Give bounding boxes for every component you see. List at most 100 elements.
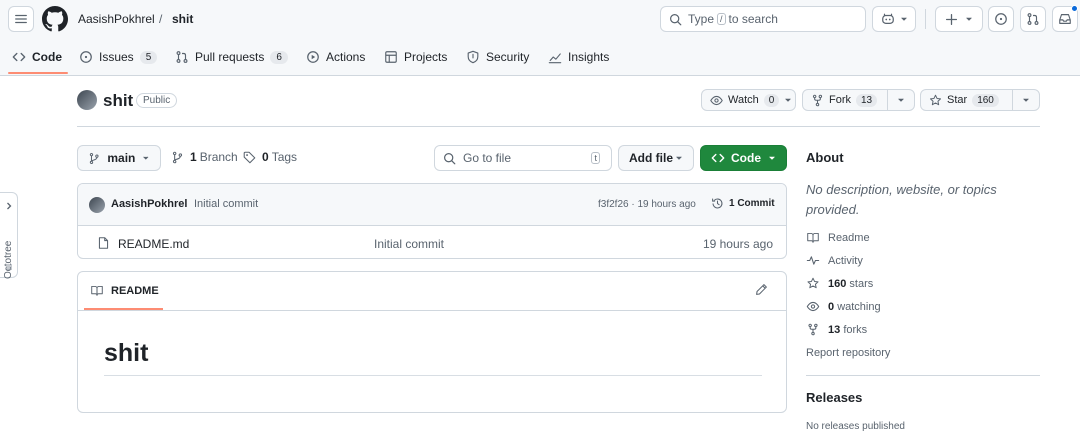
graph-icon bbox=[548, 53, 562, 64]
file-commit-message[interactable]: Initial commit bbox=[374, 237, 444, 251]
report-repository-link[interactable]: Report repository bbox=[806, 347, 890, 359]
commits-label: 1 Commit bbox=[729, 198, 775, 209]
fork-icon bbox=[808, 323, 818, 336]
activity-link-label: Activity bbox=[828, 254, 863, 267]
edit-readme-button[interactable] bbox=[755, 283, 768, 296]
star-button[interactable]: Star 160 bbox=[920, 89, 1040, 111]
stars-label: stars bbox=[849, 277, 874, 290]
commit-meta[interactable]: f3f2f26 · 19 hours ago bbox=[598, 199, 696, 210]
copilot-icon bbox=[881, 13, 894, 24]
search-input[interactable]: Type / to search bbox=[660, 6, 866, 32]
tab-projects[interactable]: Projects bbox=[384, 44, 447, 70]
watching-label: watching bbox=[837, 300, 881, 313]
owner-avatar[interactable] bbox=[77, 90, 97, 110]
search-shortcut: / bbox=[717, 13, 726, 25]
fork-icon bbox=[812, 94, 823, 106]
stars-count: 160 bbox=[828, 277, 847, 290]
book-icon bbox=[91, 285, 103, 296]
issues-nav-button[interactable] bbox=[988, 6, 1014, 32]
star-dropdown[interactable] bbox=[1013, 90, 1039, 110]
watch-label: Watch bbox=[728, 94, 759, 106]
tab-insights[interactable]: Insights bbox=[548, 44, 609, 70]
github-logo-icon[interactable] bbox=[42, 6, 68, 32]
watching-link[interactable]: 0 watching bbox=[806, 300, 881, 313]
menu-button[interactable] bbox=[8, 6, 34, 32]
branches-label: Branch bbox=[199, 150, 238, 164]
eye-icon bbox=[710, 95, 723, 105]
chevron-down-icon bbox=[898, 98, 904, 102]
file-name[interactable]: README.md bbox=[118, 237, 189, 251]
code-icon bbox=[711, 153, 725, 163]
issue-icon bbox=[995, 13, 1007, 25]
chevron-down-icon bbox=[769, 156, 775, 160]
watch-button[interactable]: Watch 0 bbox=[701, 89, 796, 111]
stars-link[interactable]: 160 stars bbox=[806, 277, 873, 290]
tab-code-label: Code bbox=[32, 50, 62, 64]
octotree-sidebar-toggle[interactable]: Octotree bbox=[0, 192, 18, 279]
go-to-file-input[interactable]: Go to file t bbox=[434, 145, 612, 171]
releases-title[interactable]: Releases bbox=[806, 390, 862, 405]
fork-dropdown[interactable] bbox=[888, 90, 914, 110]
pull-requests-nav-button[interactable] bbox=[1020, 6, 1046, 32]
tag-icon bbox=[243, 151, 256, 163]
pencil-icon bbox=[756, 284, 767, 295]
breadcrumb-owner[interactable]: AasishPokhrel bbox=[78, 11, 155, 27]
branch-icon bbox=[172, 151, 183, 163]
breadcrumb-repo[interactable]: shit bbox=[172, 11, 193, 27]
tab-security[interactable]: Security bbox=[466, 44, 529, 70]
watching-count: 0 bbox=[828, 300, 835, 313]
create-new-button[interactable] bbox=[935, 6, 983, 32]
tab-code[interactable]: Code bbox=[12, 44, 62, 70]
branch-name: main bbox=[107, 151, 136, 165]
pull-request-icon bbox=[176, 51, 188, 63]
notification-dot bbox=[1071, 5, 1078, 12]
tab-issues-label: Issues bbox=[99, 50, 134, 64]
activity-link[interactable]: Activity bbox=[806, 254, 863, 267]
branches-link[interactable]: 1 Branch bbox=[171, 150, 238, 164]
tab-pull-requests-count: 6 bbox=[270, 50, 288, 64]
shield-icon bbox=[467, 50, 479, 64]
readme-tab[interactable]: README bbox=[90, 284, 159, 297]
tab-actions[interactable]: Actions bbox=[306, 44, 365, 70]
visibility-badge: Public bbox=[136, 93, 178, 108]
tab-pull-requests[interactable]: Pull requests 6 bbox=[175, 44, 288, 70]
code-button[interactable]: Code bbox=[700, 145, 787, 171]
table-icon bbox=[385, 51, 397, 63]
releases-empty-text: No releases published bbox=[806, 421, 905, 432]
readme-header-divider bbox=[78, 310, 786, 311]
about-description: No description, website, or topics provi… bbox=[806, 182, 997, 217]
chevron-down-icon bbox=[900, 17, 907, 21]
readme-tab-label: README bbox=[111, 284, 159, 297]
chevron-down-icon bbox=[785, 98, 792, 102]
readme-link[interactable]: Readme bbox=[806, 231, 870, 244]
file-row[interactable]: README.md Initial commit 19 hours ago bbox=[78, 226, 786, 258]
chevron-down-icon bbox=[676, 156, 682, 160]
go-to-file-placeholder: Go to file bbox=[463, 151, 512, 165]
tags-label: Tags bbox=[271, 150, 298, 164]
fork-label: Fork bbox=[829, 94, 851, 106]
readme-panel: README shit bbox=[77, 271, 787, 413]
search-suffix: to search bbox=[728, 12, 778, 26]
branch-selector[interactable]: main bbox=[77, 145, 161, 171]
repo-name[interactable]: shit bbox=[103, 91, 133, 111]
readme-link-label: Readme bbox=[828, 231, 870, 244]
add-file-button[interactable]: Add file bbox=[618, 145, 694, 171]
pulse-icon bbox=[806, 256, 820, 265]
star-icon bbox=[929, 94, 942, 105]
commit-author-avatar[interactable] bbox=[89, 197, 105, 213]
commit-author[interactable]: AasishPokhrel bbox=[111, 198, 187, 210]
tags-link[interactable]: 0 Tags bbox=[243, 150, 297, 164]
file-browser: AasishPokhrel Initial commit f3f2f26 · 1… bbox=[77, 183, 787, 259]
watch-count: 0 bbox=[763, 93, 780, 107]
commit-message[interactable]: Initial commit bbox=[194, 198, 258, 210]
commits-link[interactable]: 1 Commit bbox=[711, 197, 775, 210]
tab-security-label: Security bbox=[486, 50, 530, 64]
sidebar-divider bbox=[806, 375, 1040, 376]
breadcrumb-separator: / bbox=[159, 12, 163, 26]
fork-button[interactable]: Fork 13 bbox=[802, 89, 915, 111]
search-icon bbox=[444, 152, 456, 164]
copilot-button[interactable] bbox=[872, 6, 916, 32]
star-count: 160 bbox=[972, 93, 999, 107]
forks-link[interactable]: 13 forks bbox=[806, 323, 867, 336]
tab-issues[interactable]: Issues 5 bbox=[79, 44, 158, 70]
